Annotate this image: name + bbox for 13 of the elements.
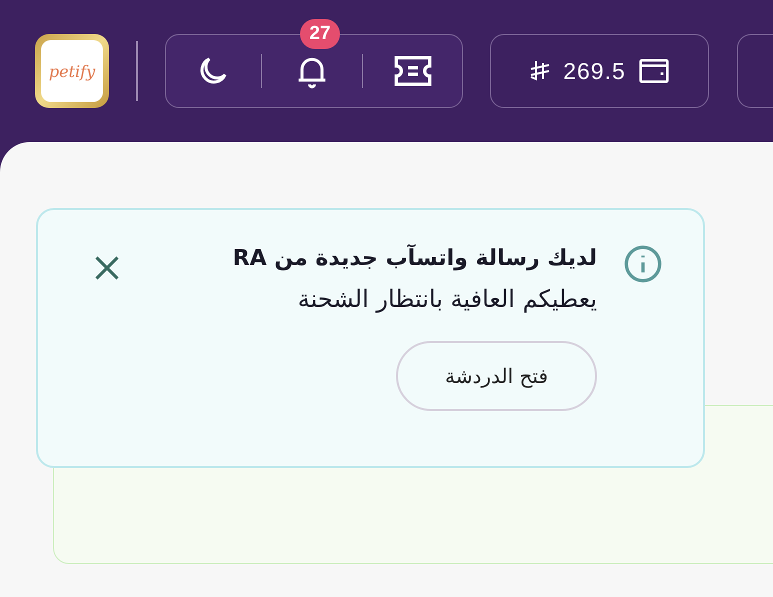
notification-badge: 27 <box>300 19 340 49</box>
header-button[interactable] <box>737 34 773 108</box>
logo-text: petify <box>41 40 103 102</box>
ticket-icon[interactable] <box>393 53 434 89</box>
wallet-balance[interactable]: 269.5 <box>490 34 709 108</box>
alert-title: لديك رسالة واتسآب جديدة من RA <box>232 246 597 271</box>
info-icon <box>623 244 663 284</box>
balance-amount: 269.5 <box>563 58 626 84</box>
close-icon[interactable] <box>93 254 121 282</box>
open-chat-button[interactable]: فتح الدردشة <box>396 341 597 411</box>
currency-icon <box>529 59 552 83</box>
alert-message: يعطيكم العافية بانتظار الشحنة <box>298 285 597 313</box>
wallet-icon <box>638 56 670 86</box>
